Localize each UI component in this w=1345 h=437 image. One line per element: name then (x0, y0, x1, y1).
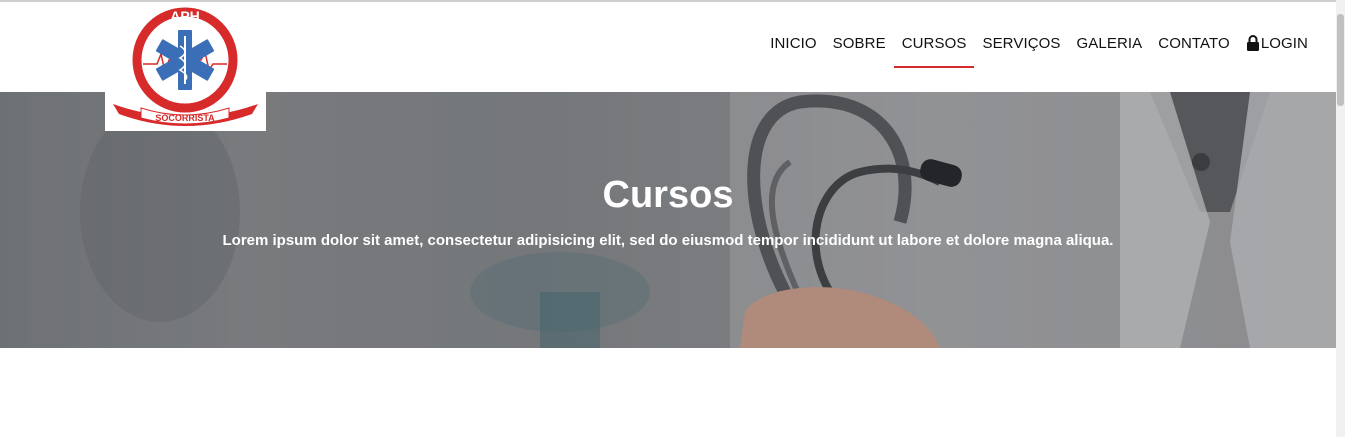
nav-label: CURSOS (901, 35, 967, 52)
nav-label: INICIO (770, 35, 817, 52)
nav-item-sobre[interactable]: SOBRE (825, 31, 894, 64)
page-scrollbar[interactable] (1336, 0, 1345, 437)
nav-item-contato[interactable]: CONTATO (1150, 31, 1238, 64)
logo-emblem-icon: APH Anjos da Noite Resgate e Cursos SOCO… (113, 7, 258, 126)
nav-item-galeria[interactable]: GALERIA (1069, 31, 1151, 64)
main-nav: INICIO SOBRE CURSOS SERVIÇOS GALERIA CON… (762, 31, 1316, 68)
nav-label: GALERIA (1076, 35, 1143, 52)
site-logo[interactable]: APH Anjos da Noite Resgate e Cursos SOCO… (105, 4, 266, 131)
nav-item-cursos[interactable]: CURSOS (893, 31, 975, 68)
nav-label: CONTATO (1158, 35, 1230, 52)
lock-icon (1246, 35, 1259, 51)
nav-item-inicio[interactable]: INICIO (762, 31, 824, 64)
nav-item-servicos[interactable]: SERVIÇOS (974, 31, 1068, 64)
nav-label: SERVIÇOS (982, 35, 1061, 52)
scrollbar-thumb[interactable] (1337, 14, 1344, 106)
nav-label: LOGIN (1260, 35, 1308, 52)
nav-item-login[interactable]: LOGIN (1238, 31, 1316, 64)
logo-top-text: APH (170, 8, 200, 24)
logo-ribbon-text: SOCORRISTA (155, 113, 215, 123)
hero-subtitle: Lorem ipsum dolor sit amet, consectetur … (222, 232, 1114, 249)
nav-label: SOBRE (832, 35, 886, 52)
page-title: Cursos (602, 174, 734, 216)
